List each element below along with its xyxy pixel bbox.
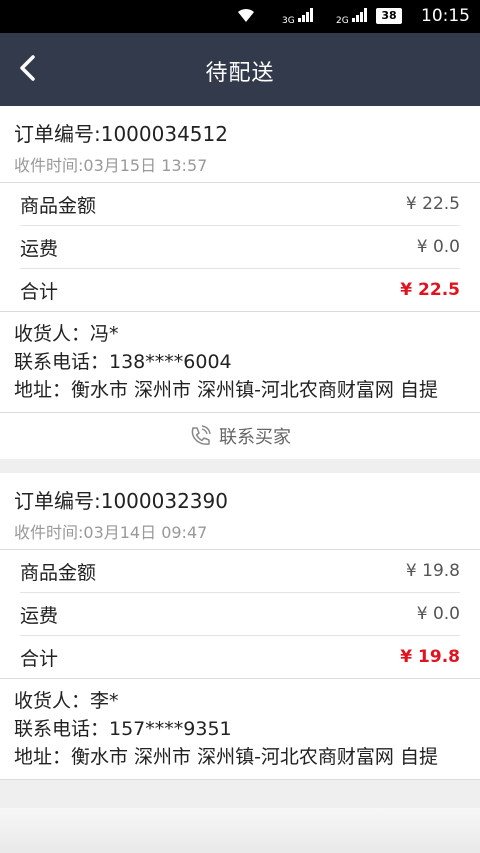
goods-amount-value: ¥ 22.5 <box>405 194 460 214</box>
freight-value: ¥ 0.0 <box>416 604 460 624</box>
goods-amount-label: 商品金额 <box>20 194 97 217</box>
receive-time: 收件时间:03月15日 13:57 <box>14 156 208 175</box>
receive-time: 收件时间:03月14日 09:47 <box>14 523 208 542</box>
total-label: 合计 <box>20 647 59 670</box>
order-card: 订单编号:1000032390 收件时间:03月14日 09:47 商品金额 ¥… <box>0 473 480 780</box>
wifi-icon <box>238 8 254 22</box>
freight-row: 运费 ¥ 0.0 <box>20 226 460 268</box>
total-label: 合计 <box>20 280 59 303</box>
clock: 10:15 <box>421 6 470 26</box>
phone-icon <box>191 425 211 445</box>
network-type-2: 2G <box>336 16 349 26</box>
order-card: 订单编号:1000034512 收件时间:03月15日 13:57 商品金额 ¥… <box>0 106 480 459</box>
contact-buyer-button[interactable]: 联系买家 <box>0 413 480 459</box>
goods-amount-label: 商品金额 <box>20 561 97 584</box>
receiver-name: 收货人：冯* <box>14 323 119 345</box>
nav-bar: 待配送 <box>0 33 480 106</box>
amount-block: 商品金额 ¥ 22.5 运费 ¥ 0.0 合计 ¥ 22.5 <box>0 183 480 311</box>
signal-bars-icon <box>298 8 313 22</box>
battery-icon: 38 <box>376 8 402 24</box>
order-number: 订单编号:1000032390 <box>14 489 228 513</box>
total-value: ¥ 19.8 <box>400 647 460 667</box>
total-row: 合计 ¥ 22.5 <box>20 269 460 311</box>
receiver-phone: 联系电话：138****6004 <box>14 351 232 373</box>
goods-amount-value: ¥ 19.8 <box>405 561 460 581</box>
freight-label: 运费 <box>20 604 59 627</box>
contact-buyer-label: 联系买家 <box>219 427 291 448</box>
receiver-name: 收货人：李* <box>14 690 119 712</box>
cell-signal-2: 2G <box>336 8 368 26</box>
goods-amount-row: 商品金额 ¥ 22.5 <box>20 183 460 225</box>
freight-value: ¥ 0.0 <box>416 237 460 257</box>
order-number: 订单编号:1000034512 <box>14 122 228 146</box>
total-value: ¥ 22.5 <box>400 280 460 300</box>
receiver-phone: 联系电话：157****9351 <box>14 718 232 740</box>
page-title: 待配送 <box>205 61 275 86</box>
receiver-address: 地址：衡水市 深州市 深州镇-河北农商财富网 自提 <box>14 379 438 401</box>
freight-label: 运费 <box>20 237 59 260</box>
buyer-info: 收货人：李* 联系电话：157****9351 地址：衡水市 深州市 深州镇-河… <box>0 679 480 779</box>
signal-bars-icon <box>352 8 367 22</box>
cell-signal-1: 3G <box>282 8 314 26</box>
goods-amount-row: 商品金额 ¥ 19.8 <box>20 550 460 592</box>
buyer-info: 收货人：冯* 联系电话：138****6004 地址：衡水市 深州市 深州镇-河… <box>0 312 480 412</box>
bottom-area <box>0 808 480 853</box>
freight-row: 运费 ¥ 0.0 <box>20 593 460 635</box>
network-type-1: 3G <box>282 16 295 26</box>
divider <box>0 779 480 780</box>
total-row: 合计 ¥ 19.8 <box>20 636 460 678</box>
receiver-address: 地址：衡水市 深州市 深州镇-河北农商财富网 自提 <box>14 746 438 768</box>
order-list: 订单编号:1000034512 收件时间:03月15日 13:57 商品金额 ¥… <box>0 106 480 780</box>
status-bar: 3G 2G 38 10:15 <box>0 0 480 33</box>
amount-block: 商品金额 ¥ 19.8 运费 ¥ 0.0 合计 ¥ 19.8 <box>0 550 480 678</box>
